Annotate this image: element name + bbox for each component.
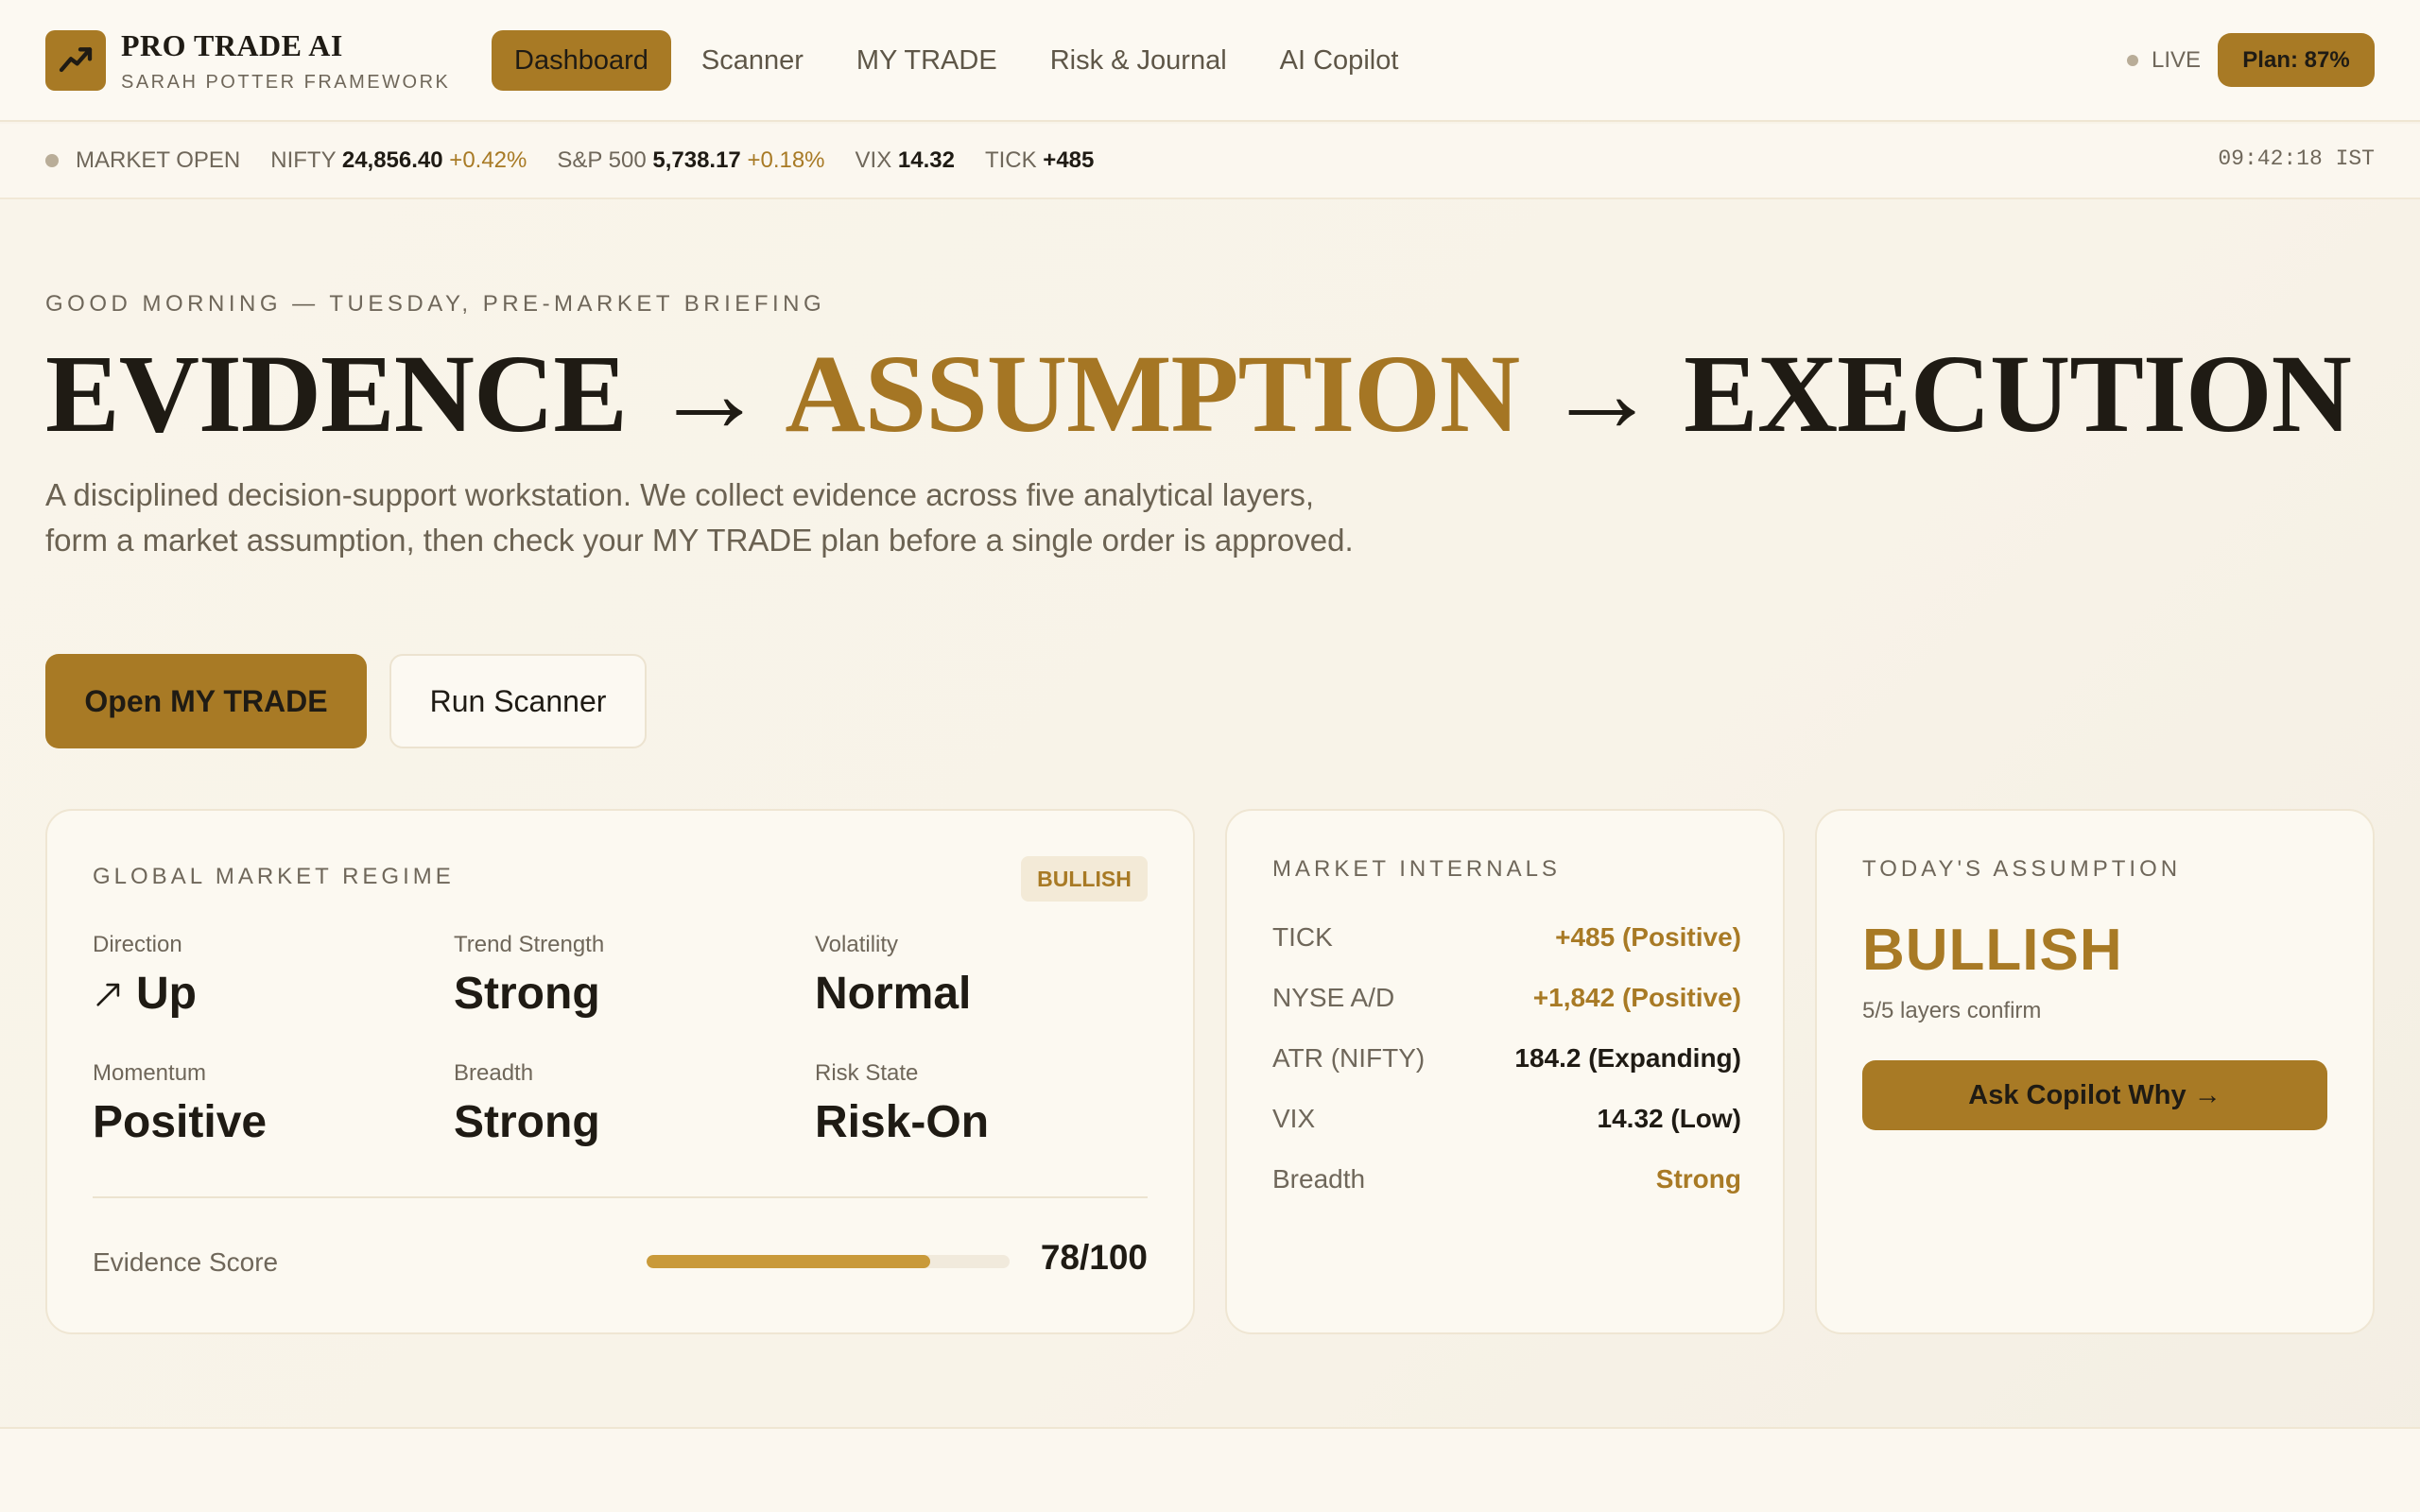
metric-trend-strength: Trend Strength Strong [454,932,794,1020]
market-regime-card: GLOBAL MARKET REGIME BULLISH Direction U… [45,809,1195,1334]
metric-label: Momentum [93,1060,207,1086]
nav-dashboard[interactable]: Dashboard [492,30,671,91]
open-my-trade-button[interactable]: Open MY TRADE [45,654,367,748]
ticker-value: 5,738.17 [652,147,741,173]
metric-value: Normal [815,969,972,1019]
internals-value: +485 (Positive) [1555,922,1741,952]
market-ticker: MARKET OPEN NIFTY 24,856.40 +0.42% S&P 5… [0,124,2420,199]
top-nav-bar: PRO TRADE AI SARAH POTTER FRAMEWORK Dash… [0,0,2420,122]
market-internals-card: MARKET INTERNALS TICK +485 (Positive) NY… [1225,809,1785,1334]
internals-row-tick: TICK +485 (Positive) [1272,919,1741,956]
internals-key: VIX [1272,1104,1316,1133]
metric-value: Positive [93,1097,268,1147]
metric-value: Strong [454,969,600,1019]
evidence-score-bar [647,1255,1010,1268]
nav-my-trade[interactable]: MY TRADE [834,30,1020,91]
metric-risk-state: Risk State Risk-On [815,1060,1155,1148]
assumption-subtext: 5/5 layers confirm [1862,998,2042,1023]
metric-volatility: Volatility Normal [815,932,1155,1020]
ticker-name: S&P 500 [557,147,647,173]
page-headline: EVIDENCE → ASSUMPTION → EXECUTION [45,332,2352,455]
metric-direction: Direction Up [93,932,433,1020]
metric-breadth: Breadth Strong [454,1060,794,1148]
internals-row-atr: ATR (NIFTY) 184.2 (Expanding) [1272,1040,1741,1077]
brand-logo[interactable] [45,30,106,91]
ticker-change: +0.18% [747,147,825,173]
footer-band [0,1429,2420,1512]
greeting: GOOD MORNING — TUESDAY, PRE-MARKET BRIEF… [45,291,826,317]
internals-row-nyse-ad: NYSE A/D +1,842 (Positive) [1272,979,1741,1017]
internals-key: NYSE A/D [1272,983,1395,1012]
nav-ai-copilot[interactable]: AI Copilot [1257,30,1422,91]
ticker-value: +485 [1043,147,1095,173]
headline-assumption: ASSUMPTION [785,332,1520,455]
nav-risk-journal[interactable]: Risk & Journal [1028,30,1250,91]
metric-value: Up [136,969,197,1019]
live-dot-icon [2127,55,2138,66]
market-status: MARKET OPEN [76,147,241,173]
internals-row-vix: VIX 14.32 (Low) [1272,1100,1741,1138]
ticker-sp500: S&P 500 5,738.17 +0.18% [557,147,824,174]
brand-subtitle: SARAH POTTER FRAMEWORK [121,72,451,93]
metric-momentum: Momentum Positive [93,1060,433,1148]
internals-row-breadth: Breadth Strong [1272,1160,1741,1198]
internals-key: ATR (NIFTY) [1272,1043,1426,1073]
ticker-vix: VIX 14.32 [856,147,955,174]
card-title: MARKET INTERNALS [1272,856,1561,882]
ticker-name: VIX [855,147,892,173]
ticker-nifty: NIFTY 24,856.40 +0.42% [270,147,527,174]
card-title: TODAY'S ASSUMPTION [1862,856,2182,882]
headline-arrow: → [1546,332,1658,455]
assumption-value: BULLISH [1862,918,2123,983]
ticker-name: TICK [984,147,1037,173]
brand-title: PRO TRADE AI [121,28,343,62]
card-title: GLOBAL MARKET REGIME [93,864,455,889]
evidence-score-fill [647,1255,930,1268]
nav-scanner[interactable]: Scanner [679,30,826,91]
internals-key: Breadth [1272,1164,1366,1194]
metric-label: Trend Strength [454,932,605,957]
trend-up-icon [59,47,93,73]
metric-label: Volatility [815,932,899,957]
internals-value: 14.32 (Low) [1597,1104,1741,1133]
internals-key: TICK [1272,922,1333,952]
market-clock: 09:42:18 IST [2218,146,2375,171]
live-indicator: LIVE [2127,45,2201,76]
run-scanner-button[interactable]: Run Scanner [389,654,647,748]
internals-value: 184.2 (Expanding) [1514,1043,1741,1073]
regime-badge: BULLISH [1021,856,1148,902]
main-nav: Dashboard Scanner MY TRADE Risk & Journa… [492,30,1421,91]
internals-value: +1,842 (Positive) [1532,983,1741,1012]
ticker-value: 14.32 [897,147,955,173]
internals-value: Strong [1655,1164,1741,1194]
metric-value: Risk-On [815,1097,990,1147]
ask-copilot-button[interactable]: Ask Copilot Why → [1862,1060,2327,1130]
todays-assumption-card: TODAY'S ASSUMPTION BULLISH 5/5 layers co… [1815,809,2375,1334]
metric-label: Direction [93,932,182,957]
headline-execution: EXECUTION [1684,332,2352,455]
metric-label: Breadth [454,1060,534,1086]
metric-value: Strong [454,1097,600,1147]
ticker-change: +0.42% [449,147,527,173]
live-label: LIVE [2152,47,2202,73]
metric-label: Risk State [815,1060,919,1086]
evidence-score-value: 78/100 [1040,1238,1148,1277]
headline-arrow: → [653,332,765,455]
market-status-dot-icon [45,154,59,167]
hero-description: A disciplined decision-support workstati… [45,477,1354,558]
headline-evidence: EVIDENCE [45,332,628,455]
evidence-score-label: Evidence Score [93,1247,279,1277]
card-divider [93,1196,1148,1198]
ticker-tick: TICK +485 [985,147,1094,174]
ticker-name: NIFTY [270,147,337,173]
plan-badge[interactable]: Plan: 87% [2218,33,2375,87]
arrow-up-right-icon [96,983,120,1006]
metric-value-row: Up [93,968,433,1020]
ticker-value: 24,856.40 [341,147,443,173]
